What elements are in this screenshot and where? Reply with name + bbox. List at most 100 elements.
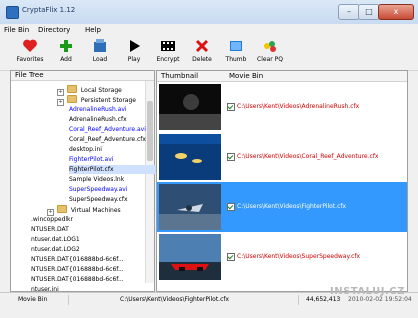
add-button[interactable]: Add bbox=[48, 38, 84, 68]
movie-row-selected[interactable]: C:\Users\Kent\Videos\FighterPilot.cfx bbox=[157, 182, 407, 232]
tree-item-label: AdrenalineRush.avi bbox=[69, 106, 127, 113]
tree-item[interactable]: NTUSER.DAT{016888bd-6c6f... bbox=[31, 265, 124, 274]
delete-icon bbox=[195, 39, 209, 53]
tree-item[interactable]: SuperSpeedway.cfx bbox=[69, 195, 128, 204]
movie-bin-column-header[interactable]: Movie Bin bbox=[229, 72, 263, 80]
folder-icon bbox=[57, 205, 67, 213]
encrypt-label: Encrypt bbox=[156, 56, 180, 63]
menu-file[interactable]: File bbox=[4, 26, 16, 34]
video-thumbnail bbox=[159, 84, 221, 130]
delete-button[interactable]: Delete bbox=[184, 38, 220, 68]
thumbnail-column-header[interactable]: Thumbnail bbox=[161, 72, 198, 80]
status-separator bbox=[298, 295, 299, 305]
video-thumbnail bbox=[159, 234, 221, 280]
load-icon bbox=[94, 39, 106, 52]
tree-item[interactable]: NTUSER.DAT bbox=[31, 225, 69, 234]
tree-item[interactable]: + Local Storage bbox=[57, 85, 122, 96]
status-separator bbox=[68, 295, 69, 305]
menu-bin[interactable]: Bin bbox=[18, 26, 29, 34]
expand-icon[interactable]: + bbox=[57, 99, 64, 106]
folder-icon bbox=[67, 95, 77, 103]
tree-item-label: FighterPilot.avi bbox=[69, 156, 114, 163]
file-tree-scrollbar[interactable] bbox=[145, 81, 154, 283]
tree-item-label: NTUSER.DAT{016888bd-6c6f... bbox=[31, 256, 124, 263]
movie-row[interactable]: C:\Users\Kent\Videos\Coral_Reef_Adventur… bbox=[157, 132, 407, 182]
tree-item-label: NTUSER.DAT bbox=[31, 226, 69, 233]
file-tree-header: File Tree bbox=[11, 71, 154, 81]
menu-help[interactable]: Help bbox=[85, 26, 101, 34]
load-button[interactable]: Load bbox=[82, 38, 118, 68]
window-title: CryptaFlix 1.12 bbox=[22, 6, 76, 14]
status-date: 2010-02-02 19:52:04 bbox=[348, 296, 412, 303]
tree-item[interactable]: SuperSpeedway.avi bbox=[69, 185, 127, 194]
tree-item[interactable]: Sample Videos.lnk bbox=[69, 175, 124, 184]
tree-item-label: Persistent Storage bbox=[80, 97, 136, 104]
status-size: 44,652,413 bbox=[306, 296, 341, 303]
play-button[interactable]: Play bbox=[116, 38, 152, 68]
maximize-button[interactable]: □ bbox=[358, 4, 380, 20]
tree-item-label: .wincoppedlkr bbox=[31, 216, 73, 223]
load-label: Load bbox=[92, 56, 108, 63]
status-left: Movie Bin bbox=[18, 296, 48, 303]
thumb-icon bbox=[230, 41, 242, 51]
app-window: CryptaFlix 1.12 – □ x File Bin Directory… bbox=[0, 0, 418, 318]
movie-bin-panel: Thumbnail Movie Bin C:\Users\Kent\Videos… bbox=[156, 70, 408, 292]
tree-item-selected[interactable]: FighterPilot.cfx bbox=[69, 165, 157, 174]
play-icon bbox=[130, 40, 140, 52]
tree-item[interactable]: + Virtual Machines bbox=[47, 205, 121, 216]
minimize-button[interactable]: – bbox=[338, 4, 360, 20]
add-label: Add bbox=[60, 56, 72, 63]
file-tree-scroll-thumb[interactable] bbox=[147, 101, 153, 161]
menu-directory[interactable]: Directory bbox=[38, 26, 70, 34]
tree-item-label: FighterPilot.cfx bbox=[69, 166, 114, 173]
row-checkbox[interactable] bbox=[227, 153, 235, 161]
movie-row[interactable]: C:\Users\Kent\Videos\SuperSpeedway.cfx bbox=[157, 232, 407, 282]
tree-item[interactable]: Coral_Reef_Adventure.cfx bbox=[69, 135, 146, 144]
clear-pq-label: Clear PQ bbox=[257, 56, 283, 63]
encrypt-icon bbox=[161, 41, 175, 51]
thumb-button[interactable]: Thumb bbox=[218, 38, 254, 68]
movie-path: C:\Users\Kent\Videos\AdrenalineRush.cfx bbox=[237, 103, 360, 110]
favorites-label: Favorites bbox=[16, 56, 44, 63]
movie-row[interactable]: C:\Users\Kent\Videos\AdrenalineRush.cfx bbox=[157, 82, 407, 132]
clear-pq-button[interactable]: Clear PQ bbox=[252, 38, 288, 68]
tree-item-label: NTUSER.DAT{016888bd-6c6f... bbox=[31, 276, 124, 283]
row-checkbox[interactable] bbox=[227, 203, 235, 211]
tree-item[interactable]: NTUSER.DAT{016888bd-6c6f... bbox=[31, 255, 124, 264]
movie-bin-header: Thumbnail Movie Bin bbox=[157, 71, 407, 82]
tree-item-label: ntuser.dat.LOG2 bbox=[31, 246, 80, 253]
play-label: Play bbox=[127, 56, 141, 63]
movie-path: C:\Users\Kent\Videos\FighterPilot.cfx bbox=[237, 203, 347, 210]
watermark-text: INSTALUJ.CZ bbox=[330, 286, 405, 297]
row-checkbox[interactable] bbox=[227, 253, 235, 261]
tree-item[interactable]: AdrenalineRush.avi bbox=[69, 105, 127, 114]
tree-item[interactable]: NTUSER.DAT{016888bd-6c6f... bbox=[31, 275, 124, 284]
favorites-icon bbox=[23, 39, 37, 52]
file-tree-panel: File Tree + Local Storage + Persistent S… bbox=[10, 70, 157, 293]
tree-item[interactable]: desktop.ini bbox=[69, 145, 102, 154]
movie-path: C:\Users\Kent\Videos\Coral_Reef_Adventur… bbox=[237, 153, 379, 160]
tree-item-label: ntuser.dat.LOG1 bbox=[31, 236, 80, 243]
tree-item[interactable]: ntuser.dat.LOG1 bbox=[31, 235, 80, 244]
app-icon bbox=[6, 6, 19, 19]
tree-item-label: desktop.ini bbox=[69, 146, 102, 153]
tree-item[interactable]: FighterPilot.avi bbox=[69, 155, 113, 164]
tree-item-label: NTUSER.DAT{016888bd-6c6f... bbox=[31, 266, 124, 273]
close-button[interactable]: x bbox=[378, 4, 414, 20]
folder-icon bbox=[67, 85, 77, 93]
video-thumbnail bbox=[159, 134, 221, 180]
tree-item[interactable]: .wincoppedlkr bbox=[31, 215, 73, 224]
tree-item[interactable]: AdrenalineRush.cfx bbox=[69, 115, 127, 124]
favorites-button[interactable]: Favorites bbox=[12, 38, 48, 68]
tree-item-label: Coral_Reef_Adventure.avi bbox=[69, 126, 146, 133]
tree-item[interactable]: ntuser.dat.LOG2 bbox=[31, 245, 80, 254]
movie-path: C:\Users\Kent\Videos\SuperSpeedway.cfx bbox=[237, 253, 361, 260]
menu-bar: File Bin Directory Help bbox=[0, 24, 418, 36]
clear-pq-icon bbox=[264, 41, 276, 52]
thumb-label: Thumb bbox=[225, 56, 247, 63]
tree-item[interactable]: + Persistent Storage bbox=[57, 95, 136, 106]
encrypt-button[interactable]: Encrypt bbox=[150, 38, 186, 68]
tree-item[interactable]: Coral_Reef_Adventure.avi bbox=[69, 125, 146, 134]
row-checkbox[interactable] bbox=[227, 103, 235, 111]
video-thumbnail bbox=[159, 184, 221, 230]
